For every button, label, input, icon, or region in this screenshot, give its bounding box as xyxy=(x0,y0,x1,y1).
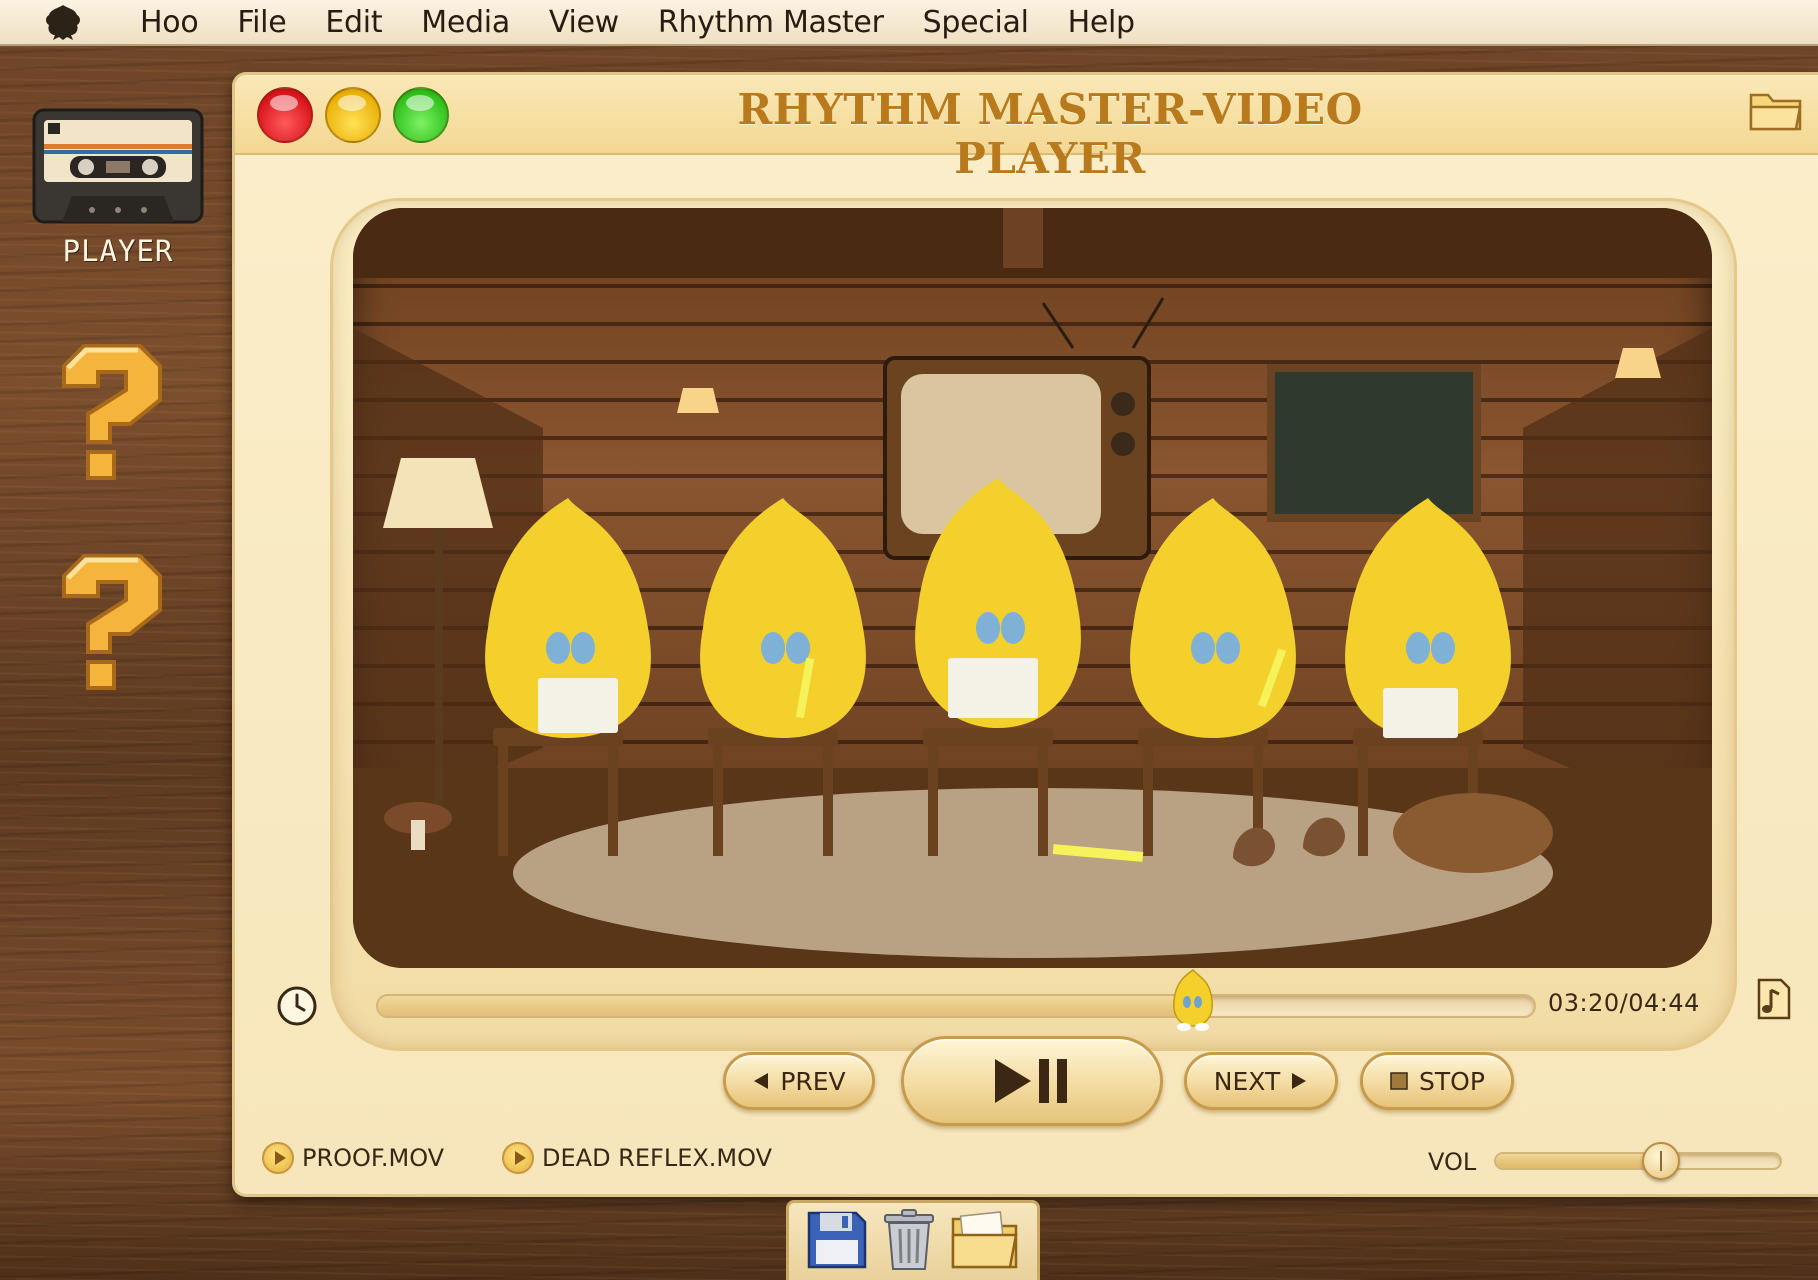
volume-slider[interactable] xyxy=(1494,1142,1782,1180)
desktop-unknown-icon-1[interactable] xyxy=(40,338,180,484)
next-button-label: NEXT xyxy=(1213,1066,1281,1096)
triangle-left-icon xyxy=(754,1073,769,1089)
file-dead-reflex-mov[interactable]: DEAD REFLEX.MOV xyxy=(502,1142,772,1174)
volume-slider-thumb[interactable] xyxy=(1641,1142,1680,1180)
desktop-unknown-icon-2[interactable] xyxy=(40,548,180,694)
menu-help[interactable]: Help xyxy=(1068,5,1136,40)
next-button[interactable]: NEXT xyxy=(1184,1052,1338,1110)
window-title: RHYTHM MASTER-VIDEO PLAYER xyxy=(737,85,1363,183)
time-readout: 03:20/04:44 xyxy=(1548,989,1700,1017)
menu-rhythm-master[interactable]: Rhythm Master xyxy=(658,5,884,40)
folder-icon[interactable] xyxy=(1748,87,1804,137)
menu-file[interactable]: File xyxy=(237,5,286,40)
menu-view[interactable]: View xyxy=(549,5,619,40)
mascot-thumb-icon[interactable] xyxy=(1166,966,1220,1036)
play-file-icon xyxy=(262,1142,294,1174)
cassette-tape-icon xyxy=(32,108,204,224)
file-proof-mov[interactable]: PROOF.MOV xyxy=(262,1142,444,1174)
menu-media[interactable]: Media xyxy=(421,5,510,40)
video-scene xyxy=(353,208,1712,968)
desktop-player-icon[interactable]: PLAYER xyxy=(28,108,208,268)
stop-square-icon xyxy=(1390,1072,1408,1090)
play-pause-button[interactable] xyxy=(901,1036,1163,1126)
seek-bar-fill xyxy=(378,996,1193,1016)
floppy-disk-icon[interactable] xyxy=(806,1210,868,1274)
question-mark-icon xyxy=(62,554,162,690)
desktop-player-label: PLAYER xyxy=(62,234,174,268)
prev-button-label: PREV xyxy=(780,1066,846,1096)
trash-can-icon[interactable] xyxy=(882,1208,936,1275)
close-button[interactable] xyxy=(257,87,313,143)
mascot-logo-icon[interactable] xyxy=(38,0,88,45)
menu-edit[interactable]: Edit xyxy=(325,5,382,40)
menu-bar: Hoo File Edit Media View Rhythm Master S… xyxy=(0,0,1818,46)
folder-icon[interactable] xyxy=(950,1209,1020,1275)
maximize-button[interactable] xyxy=(393,87,449,143)
menu-hoo[interactable]: Hoo xyxy=(140,5,199,40)
menu-special[interactable]: Special xyxy=(923,5,1029,40)
file-name: PROOF.MOV xyxy=(302,1144,445,1172)
seek-bar[interactable] xyxy=(376,968,1536,1031)
triangle-right-icon xyxy=(1292,1073,1307,1089)
volume-label: VOL xyxy=(1428,1148,1477,1176)
video-display[interactable] xyxy=(353,208,1712,968)
file-name: DEAD REFLEX.MOV xyxy=(542,1144,773,1172)
stop-button[interactable]: STOP xyxy=(1360,1052,1514,1110)
play-file-icon xyxy=(502,1142,534,1174)
stop-button-label: STOP xyxy=(1419,1066,1485,1096)
dock xyxy=(786,1200,1040,1280)
volume-slider-fill xyxy=(1496,1154,1661,1168)
music-note-icon[interactable] xyxy=(1757,978,1791,1024)
minimize-button[interactable] xyxy=(325,87,381,143)
prev-button[interactable]: PREV xyxy=(723,1052,875,1110)
window-title-bar[interactable]: RHYTHM MASTER-VIDEO PLAYER xyxy=(235,75,1818,183)
clock-icon xyxy=(276,985,318,1031)
play-pause-icon xyxy=(995,1059,1067,1103)
question-mark-icon xyxy=(62,344,162,480)
